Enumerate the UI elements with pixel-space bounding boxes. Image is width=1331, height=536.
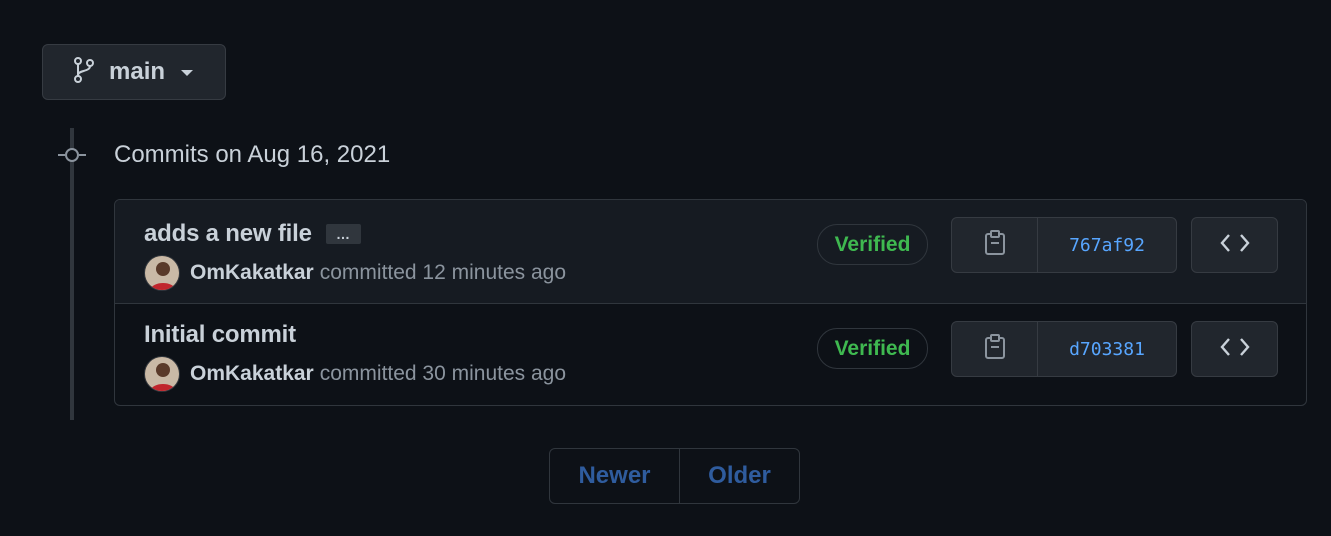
git-branch-icon bbox=[73, 56, 95, 88]
browse-repo-button[interactable] bbox=[1191, 217, 1278, 273]
commit-author[interactable]: OmKakatkar bbox=[190, 261, 314, 285]
code-icon bbox=[1219, 233, 1250, 258]
verified-badge[interactable]: Verified bbox=[817, 224, 928, 265]
clipboard-icon bbox=[984, 229, 1006, 261]
branch-select-button[interactable]: main bbox=[42, 44, 226, 100]
clipboard-icon bbox=[984, 333, 1006, 365]
commit-title-link[interactable]: adds a new file bbox=[144, 220, 312, 248]
caret-down-icon bbox=[181, 70, 194, 76]
commit-author[interactable]: OmKakatkar bbox=[190, 362, 314, 386]
pagination: Newer Older bbox=[549, 448, 800, 504]
commit-title-link[interactable]: Initial commit bbox=[144, 321, 296, 349]
commit-sha-link[interactable]: 767af92 bbox=[1038, 218, 1176, 272]
newer-button[interactable]: Newer bbox=[550, 449, 680, 503]
branch-name: main bbox=[109, 58, 166, 85]
commit-meta: OmKakatkar committed 12 minutes ago bbox=[144, 254, 566, 292]
older-button[interactable]: Older bbox=[680, 449, 799, 503]
commit-group-heading: Commits on Aug 16, 2021 bbox=[114, 141, 391, 168]
commit-time: committed 12 minutes ago bbox=[319, 261, 567, 284]
commit-list: adds a new file … OmKakatkar committed 1… bbox=[114, 199, 1307, 406]
commits-page: main Commits on Aug 16, 2021 adds a new … bbox=[0, 0, 1331, 536]
verified-badge[interactable]: Verified bbox=[817, 328, 928, 369]
sha-button-group: d703381 bbox=[951, 321, 1177, 377]
commit-row: adds a new file … OmKakatkar committed 1… bbox=[115, 200, 1306, 304]
commit-sha-link[interactable]: d703381 bbox=[1038, 322, 1176, 376]
commit-meta: OmKakatkar committed 30 minutes ago bbox=[144, 355, 566, 393]
expand-message-button[interactable]: … bbox=[326, 224, 361, 244]
copy-sha-button[interactable] bbox=[952, 218, 1038, 272]
avatar[interactable] bbox=[144, 356, 180, 392]
copy-sha-button[interactable] bbox=[952, 322, 1038, 376]
timeline-line bbox=[70, 128, 74, 420]
commit-time: committed 30 minutes ago bbox=[319, 362, 567, 385]
browse-repo-button[interactable] bbox=[1191, 321, 1278, 377]
commit-row: Initial commit OmKakatkar committed 30 m… bbox=[115, 304, 1306, 405]
avatar[interactable] bbox=[144, 255, 180, 291]
sha-button-group: 767af92 bbox=[951, 217, 1177, 273]
git-commit-icon bbox=[58, 145, 86, 165]
code-icon bbox=[1219, 337, 1250, 362]
